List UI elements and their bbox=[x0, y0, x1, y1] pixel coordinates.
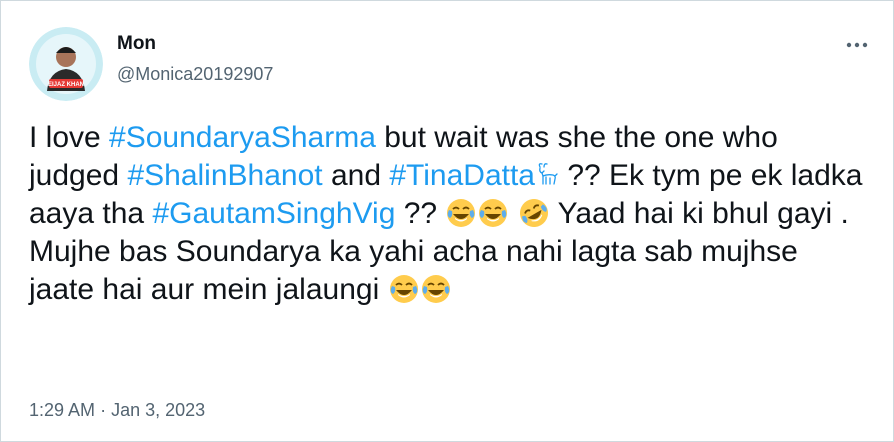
author-name[interactable]: Mon bbox=[117, 33, 156, 55]
hashtag-gautamsinghvig[interactable]: #GautamSinghVig bbox=[152, 197, 395, 230]
tweet-text-segment: ?? bbox=[395, 197, 446, 230]
tweet-card: EIJAZ KHAN Mon @Monica20192907 I love #S… bbox=[0, 0, 894, 442]
tweet-text: I love #SoundaryaSharma but wait was she… bbox=[29, 119, 869, 309]
avatar[interactable]: EIJAZ KHAN bbox=[29, 27, 103, 101]
tweet-text-segment: and bbox=[322, 159, 390, 192]
hashtag-soundaryasharma[interactable]: #SoundaryaSharma bbox=[109, 121, 376, 154]
face-with-tears-of-joy-emoji bbox=[388, 273, 420, 305]
tweet-time[interactable]: 1:29 AM bbox=[29, 400, 95, 420]
goat-emoji bbox=[535, 162, 559, 188]
author-handle[interactable]: @Monica20192907 bbox=[117, 63, 273, 85]
meta-separator: · bbox=[100, 400, 107, 420]
face-with-tears-of-joy-emoji bbox=[445, 197, 477, 229]
face-with-tears-of-joy-emoji bbox=[420, 273, 452, 305]
tweet-text-segment: I love bbox=[29, 121, 110, 154]
avatar-caption: EIJAZ KHAN bbox=[48, 82, 84, 88]
rolling-on-floor-laughing-emoji bbox=[518, 197, 550, 229]
hashtag-tinadatta[interactable]: #TinaDatta bbox=[389, 159, 535, 192]
hashtag-shalinbhanot[interactable]: #ShalinBhanot bbox=[127, 159, 322, 192]
tweet-date[interactable]: Jan 3, 2023 bbox=[111, 400, 205, 420]
more-horizontal-icon bbox=[846, 42, 868, 48]
face-with-tears-of-joy-emoji bbox=[477, 197, 509, 229]
tweet-timestamp: 1:29 AM · Jan 3, 2023 bbox=[29, 399, 205, 421]
more-options-button[interactable] bbox=[843, 31, 871, 59]
